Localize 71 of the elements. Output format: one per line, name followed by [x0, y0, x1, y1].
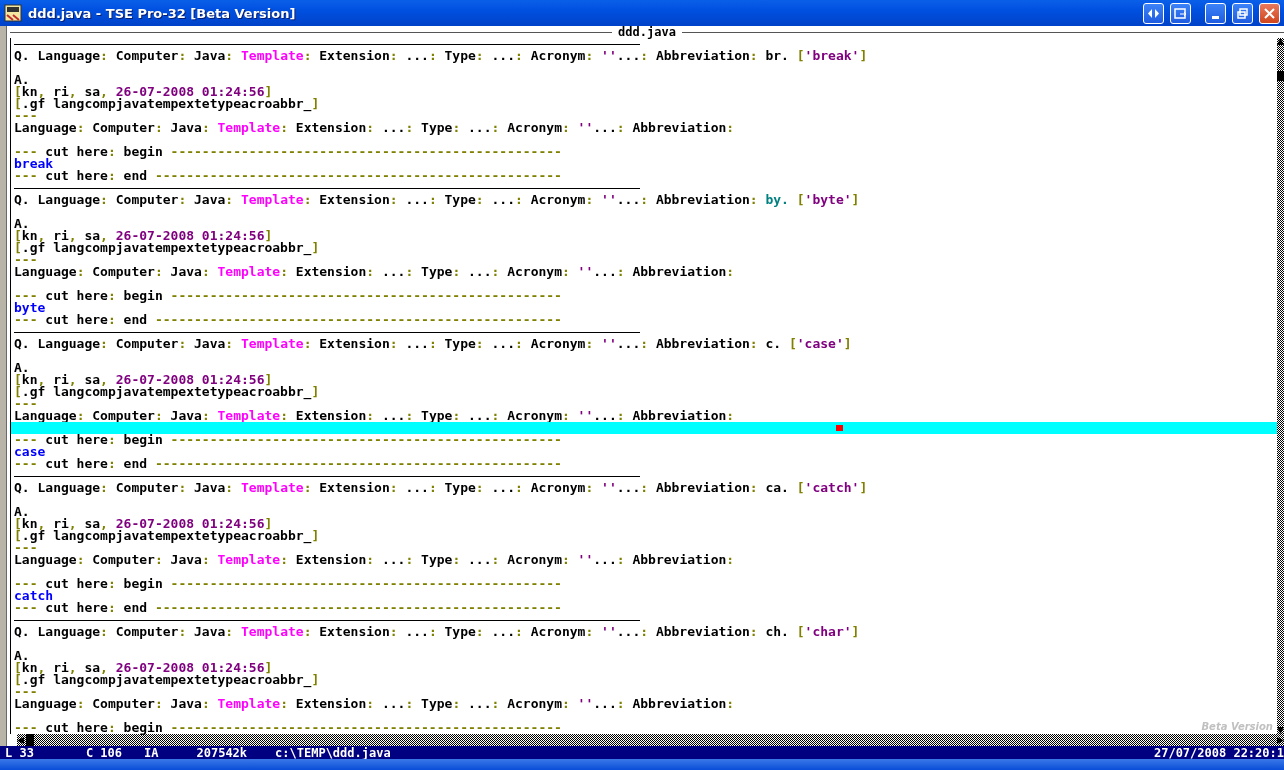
minimize-button[interactable]: [1205, 2, 1226, 24]
scroll-down-arrow-icon[interactable]: [1277, 727, 1284, 734]
minimize-icon: [1212, 15, 1219, 19]
restore-icon: [1237, 7, 1248, 19]
code-line: --- cut here: begin --------------------------------------------------: [14, 578, 562, 590]
code-line: catch: [14, 590, 54, 602]
code-line: [.gf langcompjavatempextetypeacroabbr_]: [14, 98, 320, 110]
code-line: [kn, ri, sa, 26-07-2008 01:24:56]: [14, 86, 273, 98]
app-icon: [4, 4, 22, 22]
code-line: --- cut here: end ----------------------------------------------------: [14, 602, 562, 614]
code-line: A.: [14, 650, 30, 662]
status-field: IA: [122, 745, 159, 760]
code-line: Q. Language: Computer: Java: Template: Extension: ...: Type: ...: Acronym: ''...: Abbreviation: ca. ['catch']: [14, 482, 868, 494]
code-line: Language: Computer: Java: Template: Extension: ...: Type: ...: Acronym: ''...: Abbreviation:: [14, 122, 735, 134]
code-line: --- cut here: begin --------------------------------------------------: [14, 434, 562, 446]
status-field: c:\TEMP\ddd.java: [247, 745, 391, 760]
code-line: --- cut here: end ----------------------------------------------------: [14, 314, 562, 326]
scroll-right-arrow-icon[interactable]: [1277, 736, 1284, 744]
code-line: [.gf langcompjavatempextetypeacroabbr_]: [14, 386, 320, 398]
scroll-up-arrow-icon[interactable]: [1277, 38, 1284, 45]
code-line: [.gf langcompjavatempextetypeacroabbr_]: [14, 530, 320, 542]
status-field: 207542k: [158, 745, 248, 760]
file-name-tab[interactable]: ddd.java: [612, 26, 682, 38]
code-line: [kn, ri, sa, 26-07-2008 01:24:56]: [14, 230, 273, 242]
vertical-scrollbar[interactable]: [1277, 38, 1284, 734]
code-line: [kn, ri, sa, 26-07-2008 01:24:56]: [14, 662, 273, 674]
beta-version-label: Beta Version: [1201, 721, 1273, 732]
restore-button[interactable]: [1232, 2, 1253, 24]
code-line: [.gf langcompjavatempextetypeacroabbr_]: [14, 242, 320, 254]
code-line: Q. Language: Computer: Java: Template: Extension: ...: Type: ...: Acronym: ''...: Abbreviation: by. ['byte']: [14, 194, 860, 206]
code-line: Q. Language: Computer: Java: Template: Extension: ...: Type: ...: Acronym: ''...: Abbreviation: br. ['break']: [14, 50, 868, 62]
code-line: break: [14, 158, 54, 170]
double-arrow-icon: [1148, 8, 1159, 18]
code-line: ---: [14, 542, 38, 554]
arrows-button[interactable]: [1143, 2, 1164, 24]
close-icon: [1264, 7, 1275, 19]
code-line: case: [14, 446, 46, 458]
code-line: [kn, ri, sa, 26-07-2008 01:24:56]: [14, 374, 273, 386]
code-line: Q. Language: Computer: Java: Template: Extension: ...: Type: ...: Acronym: ''...: Abbreviation: ch. ['char']: [14, 626, 860, 638]
code-line: A.: [14, 506, 30, 518]
close-button[interactable]: [1259, 2, 1280, 24]
code-line: ---: [14, 254, 38, 266]
code-line: Language: Computer: Java: Template: Extension: ...: Type: ...: Acronym: ''...: Abbreviation:: [14, 698, 735, 710]
horizontal-scrollbar[interactable]: [17, 734, 1284, 746]
status-field: L 33: [0, 745, 34, 760]
code-line: ---: [14, 686, 38, 698]
text-cursor: [835, 425, 843, 431]
status-field: C 106: [33, 745, 123, 760]
scroll-left-arrow-icon[interactable]: [17, 736, 24, 744]
code-line: A.: [14, 74, 30, 86]
code-line: ---: [14, 398, 38, 410]
code-line: --- cut here: begin --------------------------------------------------: [14, 146, 562, 158]
code-line: A.: [14, 218, 30, 230]
code-line: --- cut here: begin --------------------------------------------------: [14, 290, 562, 302]
window-title: ddd.java - TSE Pro-32 [Beta Version]: [28, 5, 297, 21]
code-line: Language: Computer: Java: Template: Extension: ...: Type: ...: Acronym: ''...: Abbreviation:: [14, 266, 735, 278]
code-line: [kn, ri, sa, 26-07-2008 01:24:56]: [14, 518, 273, 530]
code-line: ---: [14, 110, 38, 122]
scroll-thumb[interactable]: [1277, 71, 1284, 81]
status-clock: 27/07/2008 22:20:1: [1153, 745, 1284, 760]
window-button[interactable]: [1170, 2, 1191, 24]
code-line: --- cut here: end ----------------------------------------------------: [14, 170, 562, 182]
code-line: byte: [14, 302, 46, 314]
code-line: [.gf langcompjavatempextetypeacroabbr_]: [14, 674, 320, 686]
code-line: Q. Language: Computer: Java: Template: Extension: ...: Type: ...: Acronym: ''...: Abbreviation: c. ['case']: [14, 338, 852, 350]
scroll-thumb[interactable]: [26, 734, 34, 746]
code-line: --- cut here: end ----------------------------------------------------: [14, 458, 562, 470]
code-line: Language: Computer: Java: Template: Extension: ...: Type: ...: Acronym: ''...: Abbreviation:: [14, 554, 735, 566]
code-line: --- cut here: begin --------------------------------------------------: [14, 722, 562, 734]
code-line: A.: [14, 362, 30, 374]
code-line: Language: Computer: Java: Template: Extension: ...: Type: ...: Acronym: ''...: Abbreviation:: [14, 410, 735, 422]
